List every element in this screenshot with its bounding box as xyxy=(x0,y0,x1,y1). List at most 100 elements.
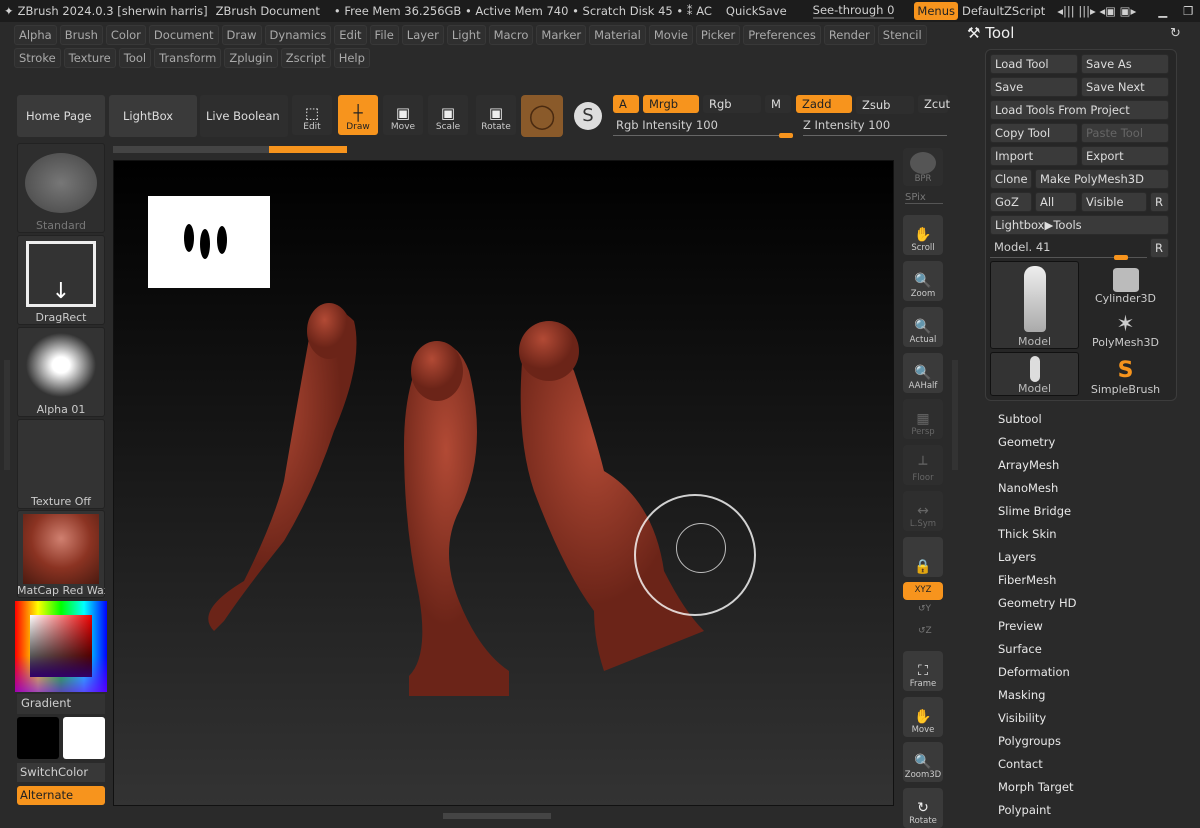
subpalette-geometry-hd[interactable]: Geometry HD xyxy=(998,596,1077,610)
secondary-color-swatch[interactable] xyxy=(63,717,105,759)
save-button[interactable]: Save xyxy=(990,77,1078,97)
restore-icon[interactable]: ❐ xyxy=(1183,4,1193,18)
subpalette-slime-bridge[interactable]: Slime Bridge xyxy=(998,504,1071,518)
menu-edit[interactable]: Edit xyxy=(334,25,367,45)
sculptris-icon[interactable]: ◯ xyxy=(521,95,563,137)
copy-tool-button[interactable]: Copy Tool xyxy=(990,123,1078,143)
menu-stroke[interactable]: Stroke xyxy=(14,48,61,68)
rgb-intensity-slider[interactable]: Rgb Intensity 100 xyxy=(613,118,793,138)
goz-visible-button[interactable]: Visible xyxy=(1081,192,1147,212)
menu-preferences[interactable]: Preferences xyxy=(743,25,821,45)
menu-transform[interactable]: Transform xyxy=(154,48,222,68)
left-tray-handle[interactable] xyxy=(4,360,10,470)
stroke-selector[interactable]: ↓ DragRect xyxy=(17,235,105,325)
subpalette-surface[interactable]: Surface xyxy=(998,642,1042,656)
subpalette-geometry[interactable]: Geometry xyxy=(998,435,1055,449)
y-axis-toggle[interactable]: ↺Y xyxy=(918,604,931,614)
main-color-swatch[interactable] xyxy=(17,717,59,759)
subpalette-layers[interactable]: Layers xyxy=(998,550,1036,564)
clone-button[interactable]: Clone xyxy=(990,169,1032,189)
menu-render[interactable]: Render xyxy=(823,25,875,45)
persp-button[interactable]: ▦ Persp xyxy=(903,399,943,439)
brush-selector[interactable]: Standard xyxy=(17,143,105,233)
menu-brush[interactable]: Brush xyxy=(59,25,103,45)
zsub-toggle[interactable]: Zsub xyxy=(856,96,914,114)
texture-selector[interactable]: Texture Off xyxy=(17,419,105,509)
menu-alpha[interactable]: Alpha xyxy=(14,25,57,45)
load-tool-button[interactable]: Load Tool xyxy=(990,54,1078,74)
subpalette-polygroups[interactable]: Polygroups xyxy=(998,734,1061,748)
draw-button[interactable]: ┼ Draw xyxy=(338,95,378,135)
frame-button[interactable]: ⛶ Frame xyxy=(903,651,943,691)
subpalette-arraymesh[interactable]: ArrayMesh xyxy=(998,458,1059,472)
tool-thumb-cylinder3d[interactable]: Cylinder3D xyxy=(1082,261,1169,305)
edit-button[interactable]: ⬚ Edit xyxy=(292,95,332,135)
tool-thumb-polymesh3d[interactable]: ✶ PolyMesh3D xyxy=(1082,307,1169,350)
see-through-slider[interactable]: See-through 0 xyxy=(812,3,895,19)
dynamesh-icon[interactable]: S xyxy=(568,95,608,137)
paste-tool-button[interactable]: Paste Tool xyxy=(1081,123,1169,143)
material-selector[interactable]: MatCap Red Wax xyxy=(17,510,105,598)
menu-marker[interactable]: Marker xyxy=(536,25,587,45)
menu-material[interactable]: Material xyxy=(589,25,646,45)
xyz-toggle[interactable]: XYZ xyxy=(903,582,943,600)
subpalette-fibermesh[interactable]: FiberMesh xyxy=(998,573,1056,587)
zoom3d-button[interactable]: 🔍 Zoom3D xyxy=(903,742,943,782)
rotate-button[interactable]: ▣ Rotate xyxy=(476,95,516,135)
subpalette-morph-target[interactable]: Morph Target xyxy=(998,780,1074,794)
save-as-button[interactable]: Save As xyxy=(1081,54,1169,74)
lightbox-button[interactable]: LightBox xyxy=(109,95,197,137)
subpalette-masking[interactable]: Masking xyxy=(998,688,1045,702)
subpalette-preview[interactable]: Preview xyxy=(998,619,1043,633)
right-tray-handle[interactable] xyxy=(952,360,958,470)
bpr-button[interactable]: BPR xyxy=(903,148,943,186)
menu-color[interactable]: Color xyxy=(105,25,146,45)
menu-stencil[interactable]: Stencil xyxy=(877,25,927,45)
lsym-button[interactable]: ↔ L.Sym xyxy=(903,491,943,531)
zoom-button[interactable]: 🔍 Zoom xyxy=(903,261,943,301)
subpalette-contact[interactable]: Contact xyxy=(998,757,1043,771)
menu-dynamics[interactable]: Dynamics xyxy=(264,25,332,45)
menu-light[interactable]: Light xyxy=(446,25,486,45)
subpalette-subtool[interactable]: Subtool xyxy=(998,412,1042,426)
alternate-toggle[interactable]: Alternate xyxy=(17,786,105,805)
canvas-tabs[interactable] xyxy=(113,146,347,153)
lock-camera-button[interactable]: 🔒 xyxy=(903,537,943,577)
a-toggle[interactable]: A xyxy=(613,95,639,113)
export-button[interactable]: Export xyxy=(1081,146,1169,166)
move-button[interactable]: ✋ Move xyxy=(903,697,943,737)
reset-icon[interactable]: ↻ xyxy=(1170,26,1181,41)
model-r-button[interactable]: R xyxy=(1150,238,1169,258)
alpha-selector[interactable]: Alpha 01 xyxy=(17,327,105,417)
menu-draw[interactable]: Draw xyxy=(221,25,262,45)
scale-button[interactable]: ▣ Scale xyxy=(428,95,468,135)
menu-tool[interactable]: Tool xyxy=(118,48,152,68)
scroll-button[interactable]: ✋ Scroll xyxy=(903,215,943,255)
menu-file[interactable]: File xyxy=(369,25,399,45)
mrgb-toggle[interactable]: Mrgb xyxy=(643,95,699,113)
goz-r-button[interactable]: R xyxy=(1150,192,1169,212)
bottom-shelf-handle[interactable] xyxy=(443,813,551,819)
zcut-toggle[interactable]: Zcut xyxy=(918,95,950,113)
rotate-button[interactable]: ↻ Rotate xyxy=(903,788,943,828)
m-toggle[interactable]: M xyxy=(765,95,791,113)
menu-help[interactable]: Help xyxy=(333,48,370,68)
subpalette-deformation[interactable]: Deformation xyxy=(998,665,1070,679)
model-subtool-slider[interactable]: Model. 41 xyxy=(990,238,1147,260)
minimize-icon[interactable]: ▁ xyxy=(1158,4,1167,18)
aahalf-button[interactable]: 🔍 AAHalf xyxy=(903,353,943,393)
zscript-button[interactable]: DefaultZScript xyxy=(962,4,1045,18)
gradient-toggle[interactable]: Gradient xyxy=(17,694,105,714)
layout-arrows-icon[interactable]: ◂||| |||▸ ◂▣ ▣▸ xyxy=(1057,4,1136,18)
menu-texture[interactable]: Texture xyxy=(63,48,116,68)
make-polymesh3d-button[interactable]: Make PolyMesh3D xyxy=(1035,169,1169,189)
menu-zscript[interactable]: Zscript xyxy=(280,48,331,68)
spix-slider[interactable]: SPix xyxy=(905,192,943,204)
subpalette-visibility[interactable]: Visibility xyxy=(998,711,1046,725)
color-picker[interactable] xyxy=(15,601,107,692)
actual-button[interactable]: 🔍 Actual xyxy=(903,307,943,347)
rgb-toggle[interactable]: Rgb xyxy=(703,95,761,113)
switch-color-button[interactable]: SwitchColor xyxy=(17,763,105,782)
move-button[interactable]: ▣ Move xyxy=(383,95,423,135)
menu-picker[interactable]: Picker xyxy=(695,25,741,45)
